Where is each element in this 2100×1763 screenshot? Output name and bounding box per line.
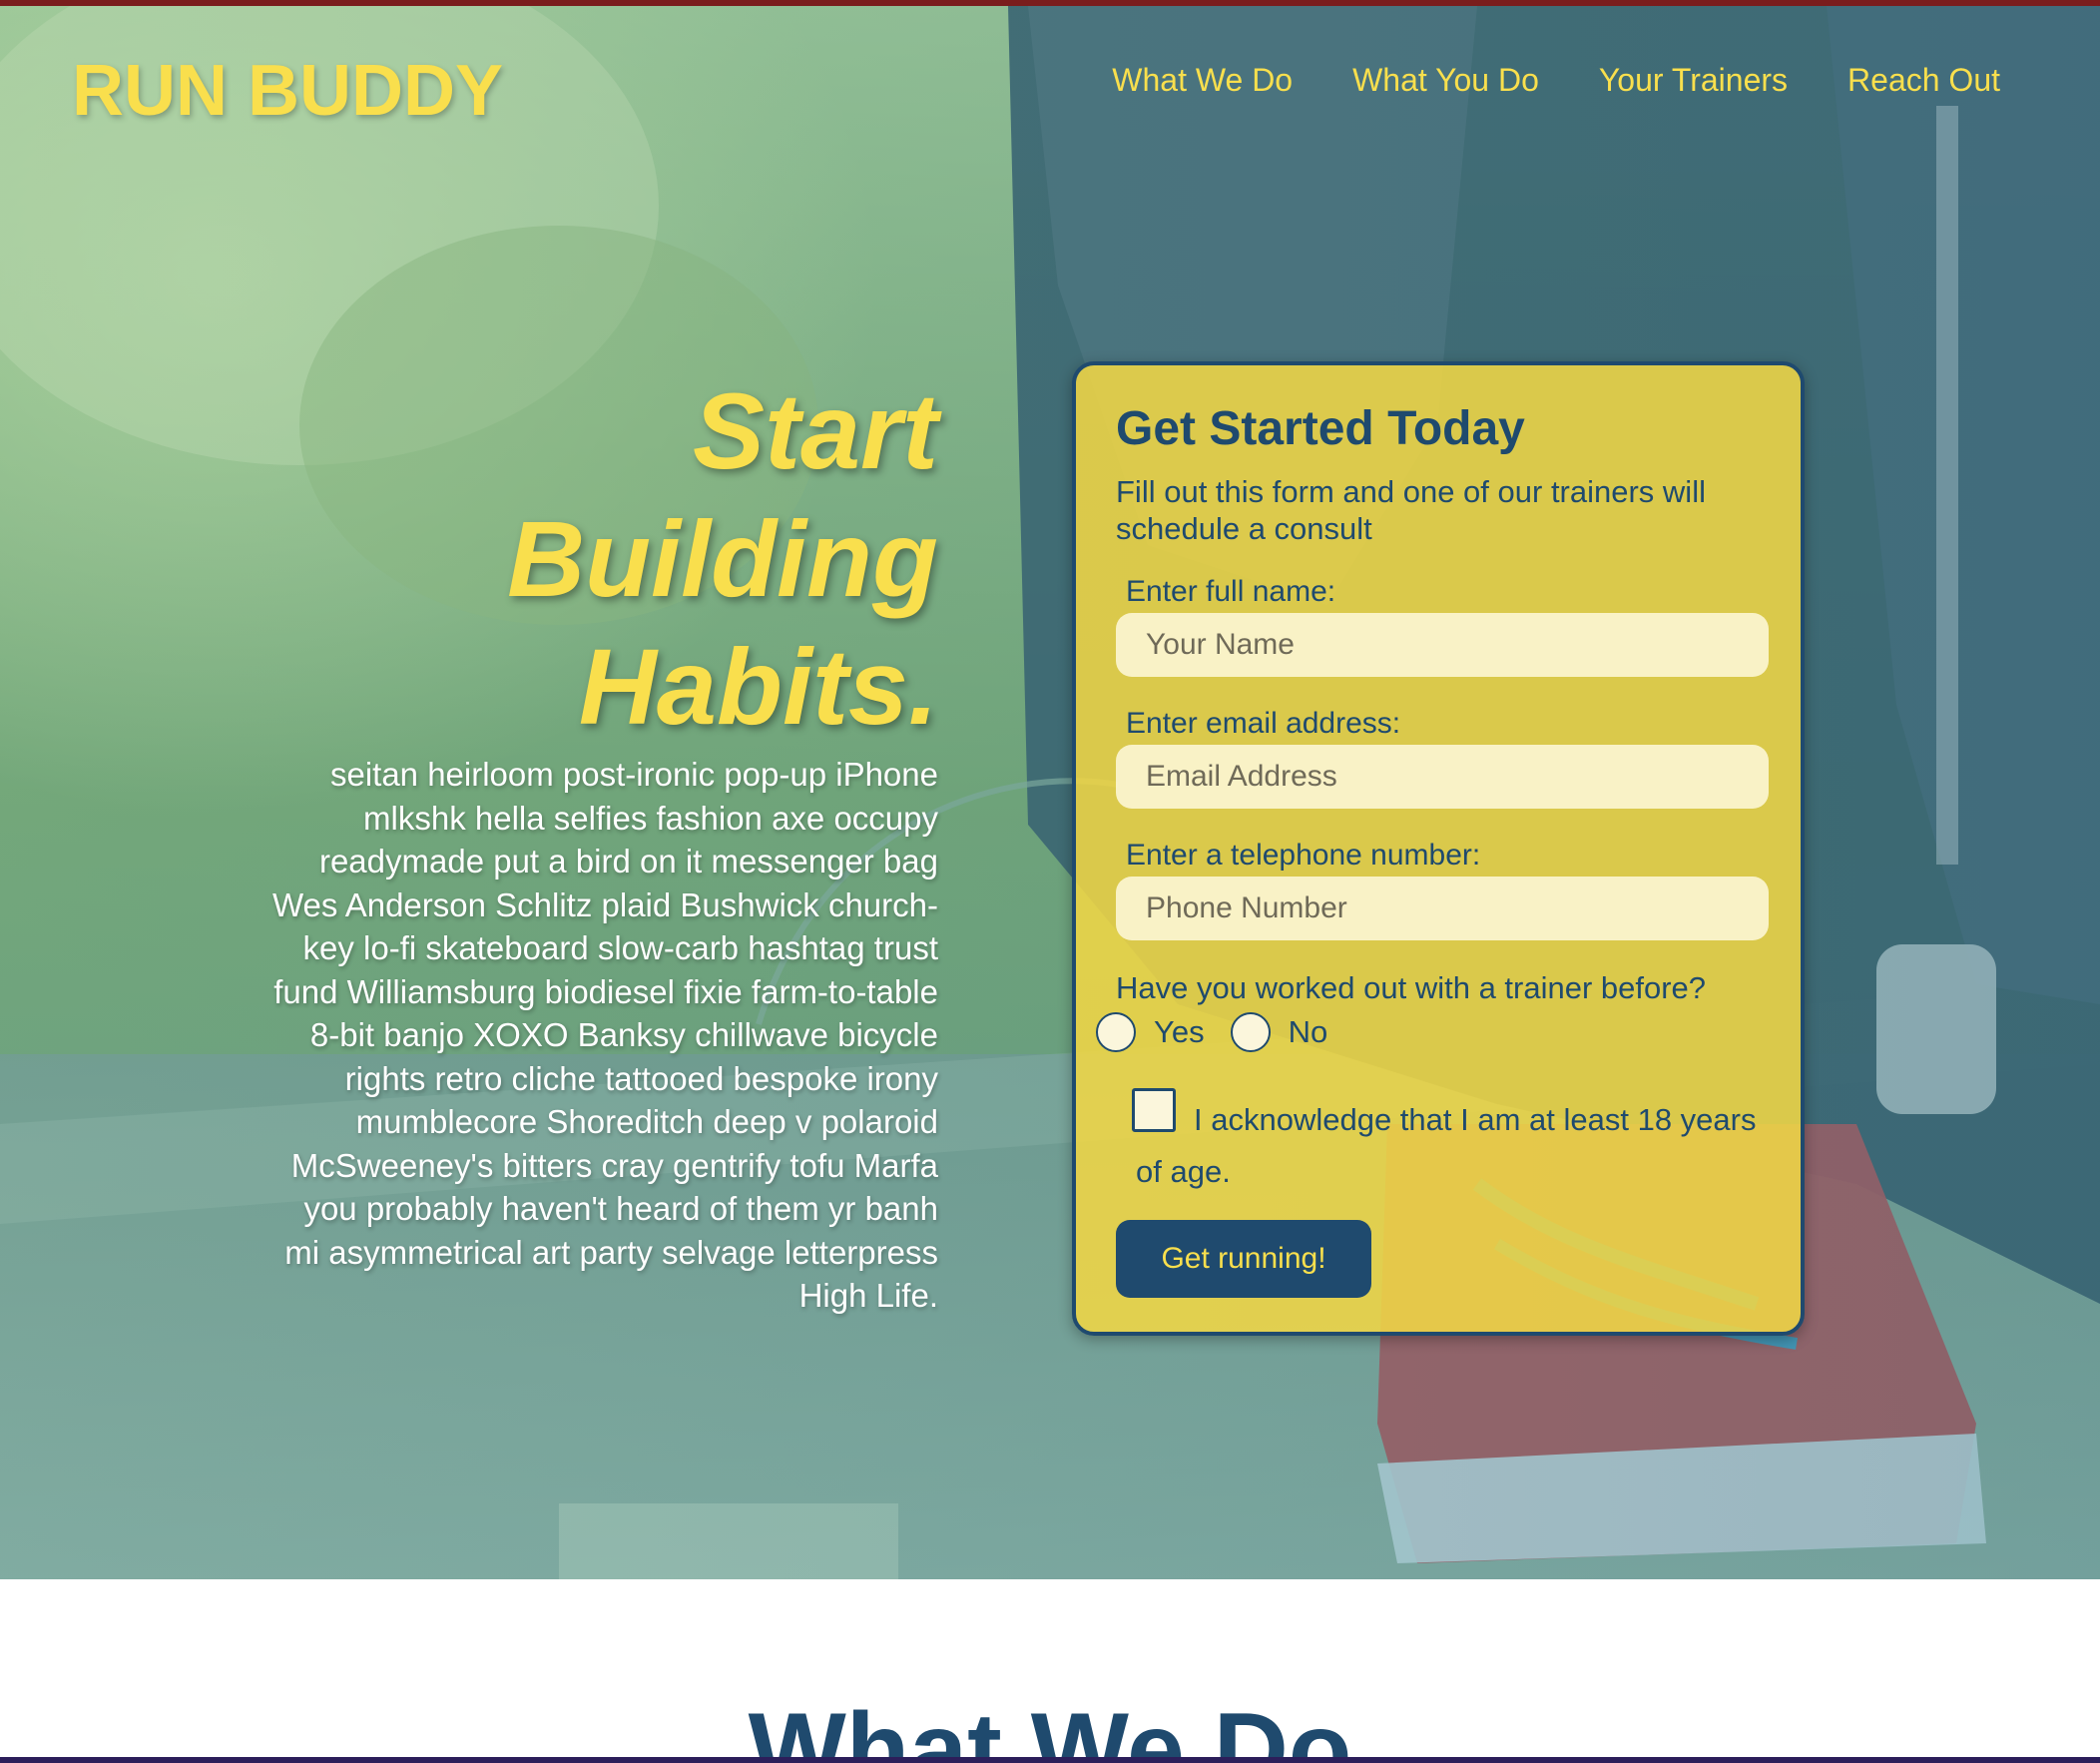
site-logo[interactable]: RUN BUDDY <box>72 50 503 132</box>
radio-no[interactable] <box>1230 1012 1271 1052</box>
get-running-button[interactable]: Get running! <box>1116 1220 1371 1298</box>
radio-no-label[interactable]: No <box>1289 1014 1328 1050</box>
main-nav: What We Do What You Do Your Trainers Rea… <box>1112 62 2000 99</box>
email-input[interactable] <box>1116 745 1769 809</box>
page: RUN BUDDY What We Do What You Do Your Tr… <box>0 0 2100 1763</box>
form-title: Get Started Today <box>1116 402 1525 455</box>
radio-yes-label[interactable]: Yes <box>1154 1014 1205 1050</box>
what-we-do-heading: What We Do <box>748 1692 1352 1763</box>
hero-section: RUN BUDDY What We Do What You Do Your Tr… <box>0 6 2100 1579</box>
email-label: Enter email address: <box>1126 707 1401 740</box>
nav-link-your-trainers[interactable]: Your Trainers <box>1599 62 1788 99</box>
phone-input[interactable] <box>1116 877 1769 940</box>
bottom-strip <box>0 1757 2100 1763</box>
trainer-radio-group: Yes No <box>1096 1012 1353 1052</box>
signup-form: Get Started Today Fill out this form and… <box>1072 361 1805 1336</box>
hero-blurb: seitan heirloom post-ironic pop-up iPhon… <box>271 756 938 1314</box>
hero-headline: Start Building Habits. <box>507 370 938 747</box>
phone-label: Enter a telephone number: <box>1126 839 1481 872</box>
nav-link-what-you-do[interactable]: What You Do <box>1352 62 1539 99</box>
form-subtitle: Fill out this form and one of our traine… <box>1116 474 1706 546</box>
nav-link-reach-out[interactable]: Reach Out <box>1847 62 2000 99</box>
age-acknowledge-label[interactable]: I acknowledge that I am at least 18 year… <box>1136 1094 1775 1198</box>
nav-link-what-we-do[interactable]: What We Do <box>1112 62 1293 99</box>
trainer-question: Have you worked out with a trainer befor… <box>1116 970 1707 1005</box>
full-name-label: Enter full name: <box>1126 575 1336 608</box>
radio-yes[interactable] <box>1096 1012 1136 1052</box>
full-name-input[interactable] <box>1116 613 1769 677</box>
